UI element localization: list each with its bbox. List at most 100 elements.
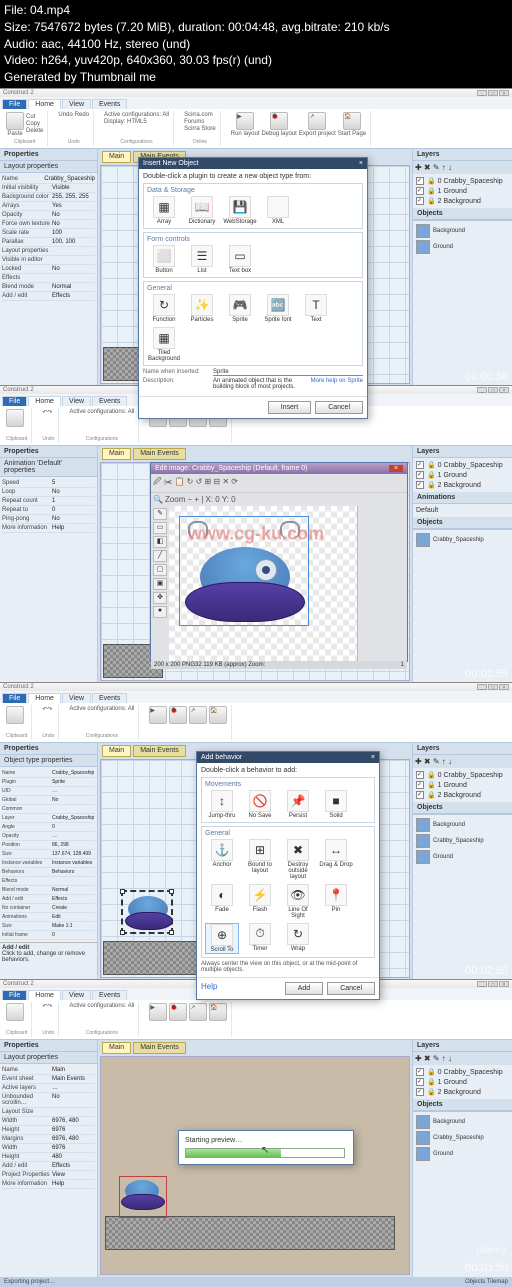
export-icon[interactable]: ↗: [189, 1003, 207, 1021]
copy-button[interactable]: Copy: [26, 121, 43, 127]
prop-row[interactable]: Effects: [2, 877, 95, 886]
checkbox-icon[interactable]: [416, 197, 424, 205]
plugin-item[interactable]: 📖Dictionary: [185, 196, 219, 225]
object-item[interactable]: Crabby_Spaceship: [415, 833, 510, 849]
object-item[interactable]: Ground: [415, 849, 510, 865]
plugin-item[interactable]: XML: [261, 196, 295, 225]
prop-row[interactable]: NameMain: [2, 1066, 95, 1075]
line-tool-icon[interactable]: ╱: [153, 550, 167, 562]
close-icon[interactable]: ×: [389, 465, 403, 472]
checkbox-icon[interactable]: [416, 1068, 424, 1076]
minimize-icon[interactable]: _: [477, 981, 487, 987]
maximize-icon[interactable]: □: [488, 981, 498, 987]
layer-item[interactable]: 🔒 0 Crabby_Spaceship: [415, 460, 510, 470]
prop-row[interactable]: Repeat count1: [2, 497, 95, 506]
prop-row[interactable]: BehaviorsBehaviors: [2, 868, 95, 877]
layer-item[interactable]: 🔒 0 Crabby_Spaceship: [415, 176, 510, 186]
prop-row[interactable]: Parallax100, 100: [2, 238, 95, 247]
brush-tool-icon[interactable]: ●: [153, 606, 167, 618]
redo-button[interactable]: Redo: [75, 112, 89, 118]
checkbox-icon[interactable]: [416, 481, 424, 489]
prop-row[interactable]: Active layers…: [2, 1084, 95, 1093]
plugin-item[interactable]: ✨Particles: [185, 294, 219, 323]
rect-tool-icon[interactable]: ▢: [153, 564, 167, 576]
cut-button[interactable]: Cut: [26, 114, 43, 120]
plugin-item[interactable]: 📍Pin: [319, 884, 353, 919]
prop-row[interactable]: SizeMake 1:1: [2, 922, 95, 931]
paste-button[interactable]: Paste: [6, 112, 24, 137]
prop-row[interactable]: Effects: [2, 274, 95, 283]
prop-row[interactable]: Margins6976, 480: [2, 1135, 95, 1144]
plugin-item[interactable]: ✖Destroy outside layout: [281, 839, 315, 880]
close-icon[interactable]: ×: [499, 90, 509, 96]
paste-icon[interactable]: [6, 1003, 24, 1021]
prop-row[interactable]: NameCrabby_Spaceship: [2, 769, 95, 778]
layer-item[interactable]: 🔒 1 Ground: [415, 186, 510, 196]
editor-canvas[interactable]: [169, 506, 357, 661]
tab-home[interactable]: Home: [28, 693, 61, 703]
plugin-item[interactable]: ■Solid: [319, 790, 353, 819]
prop-row[interactable]: Project PropertiesView: [2, 1171, 95, 1180]
checkbox-icon[interactable]: [416, 461, 424, 469]
prop-row[interactable]: Background color255, 255, 255: [2, 193, 95, 202]
undo-button[interactable]: ↶↷: [42, 409, 54, 416]
pencil-tool-icon[interactable]: ✎: [153, 508, 167, 520]
plugin-item[interactable]: 🎮Sprite: [223, 294, 257, 323]
prop-row[interactable]: Repeat to0: [2, 506, 95, 515]
prop-row[interactable]: LockedNo: [2, 265, 95, 274]
tab-layout[interactable]: Main: [102, 745, 131, 757]
minimize-icon[interactable]: _: [477, 684, 487, 690]
home-icon[interactable]: 🏠: [209, 1003, 227, 1021]
prop-row[interactable]: Speed5: [2, 479, 95, 488]
prop-row[interactable]: Position86, 298: [2, 841, 95, 850]
prop-row[interactable]: LoopNo: [2, 488, 95, 497]
prop-row[interactable]: ArraysYes: [2, 202, 95, 211]
plugin-item[interactable]: ⬜Button: [147, 245, 181, 274]
layer-item[interactable]: 🔒 0 Crabby_Spaceship: [415, 770, 510, 780]
obj-item[interactable]: Crabby_Spaceship: [415, 532, 510, 548]
bug-icon[interactable]: 🐞: [169, 706, 187, 724]
play-icon[interactable]: ▶: [149, 1003, 167, 1021]
home-icon[interactable]: 🏠: [209, 706, 227, 724]
close-icon[interactable]: ×: [499, 684, 509, 690]
plugin-item[interactable]: ☰List: [185, 245, 219, 274]
tab-view[interactable]: View: [62, 99, 91, 109]
prop-row[interactable]: GlobalNo: [2, 796, 95, 805]
animation-item[interactable]: Default: [415, 506, 510, 515]
object-item[interactable]: Background: [415, 223, 510, 239]
layout-canvas[interactable]: [100, 1056, 410, 1275]
tab-events[interactable]: Events: [92, 693, 127, 703]
export-button[interactable]: ↗Export project: [299, 112, 336, 137]
layer-item[interactable]: 🔒 2 Background: [415, 480, 510, 490]
plugin-item[interactable]: ▦Tiled Background: [147, 327, 181, 362]
close-icon[interactable]: ×: [371, 754, 375, 761]
insert-button[interactable]: Insert: [268, 401, 312, 414]
start-page-button[interactable]: 🏠Start Page: [338, 112, 366, 137]
prop-row[interactable]: Ping-pongNo: [2, 515, 95, 524]
checkbox-icon[interactable]: [416, 781, 424, 789]
close-icon[interactable]: ×: [499, 981, 509, 987]
prop-row[interactable]: Event sheetMain Events: [2, 1075, 95, 1084]
forums-link[interactable]: Forums: [184, 119, 216, 125]
tab-file[interactable]: File: [2, 99, 27, 109]
prop-row[interactable]: More informationHelp: [2, 1180, 95, 1189]
prop-row[interactable]: Add / editEffects: [2, 1162, 95, 1171]
maximize-icon[interactable]: □: [488, 684, 498, 690]
prop-row[interactable]: AnimationsEdit: [2, 913, 95, 922]
prop-row[interactable]: Add / editEffects: [2, 895, 95, 904]
undo-button[interactable]: Undo: [58, 112, 72, 118]
prop-row[interactable]: No containerCreate: [2, 904, 95, 913]
tab-main-events[interactable]: Main Events: [133, 745, 186, 757]
prop-row[interactable]: Layout properties: [2, 247, 95, 256]
tab-events[interactable]: Events: [92, 396, 127, 406]
prop-row[interactable]: Width6976, 480: [2, 1117, 95, 1126]
plugin-item[interactable]: ⚓Anchor: [205, 839, 239, 880]
checkbox-icon[interactable]: [416, 771, 424, 779]
prop-row[interactable]: Layout Size: [2, 1108, 95, 1117]
plugin-item[interactable]: ▭Text box: [223, 245, 257, 274]
plugin-item[interactable]: ↻Wrap: [281, 923, 315, 954]
prop-row[interactable]: Add / editEffects: [2, 292, 95, 301]
picker-tool-icon[interactable]: ✥: [153, 592, 167, 604]
run-button[interactable]: ▶Run layout: [231, 112, 260, 137]
minimize-icon[interactable]: _: [477, 90, 487, 96]
